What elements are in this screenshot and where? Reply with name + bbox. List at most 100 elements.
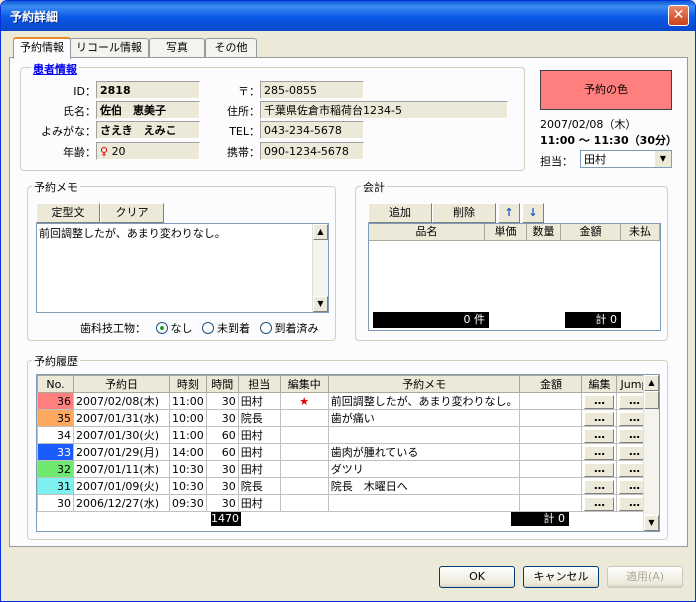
row-no: 34 [37,426,74,444]
table-row[interactable]: 31 2007/01/09(火) 10:30 30 院長 院長 木曜日へ…… [37,477,653,495]
close-button[interactable]: ✕ [668,5,689,26]
row-edit-button[interactable]: … [584,394,615,409]
row-duration: 60 [205,443,239,461]
tab-other[interactable]: その他 [205,38,257,58]
col-amount: 金額 [561,224,621,241]
scroll-down-icon[interactable]: ▼ [313,296,328,312]
row-duration: 30 [205,392,239,410]
col-no[interactable]: No. [37,375,74,393]
col-date[interactable]: 予約日 [73,375,170,393]
memo-textarea[interactable]: 前回調整したが、あまり変わりなし。 ▲ ▼ [36,223,329,313]
col-memo[interactable]: 予約メモ [327,375,521,393]
staff-value: 田村 [584,153,606,166]
row-edit-button[interactable]: … [584,428,615,443]
row-amount [519,443,583,461]
address-field: 千葉県佐倉市稲荷台1234-5 [260,101,508,119]
row-amount [519,477,583,495]
row-edit-cell: … [581,477,618,495]
row-edit-button[interactable]: … [584,462,615,477]
row-memo: 前回調整したが、あまり変わりなし。 [327,392,521,410]
patient-info-link[interactable]: 患者情報 [31,61,79,77]
mobile-field: 090-1234-5678 [260,142,364,160]
cancel-button[interactable]: キャンセル [523,566,599,588]
row-staff: 田村 [237,494,281,512]
col-amount[interactable]: 金額 [519,375,583,393]
radio-arrived[interactable] [259,322,272,334]
age-field: ♀ 20 [96,142,200,160]
tel-label: TEL： [229,125,260,138]
history-header-row: No. 予約日 時刻 時間 担当 編集中 予約メモ 金額 編集 Jump [37,375,653,393]
history-count: 1470 [211,512,241,526]
row-no: 30 [37,494,74,512]
row-staff: 田村 [237,460,281,478]
row-edit-cell: … [581,409,618,427]
history-legend: 予約履歴 [32,353,80,369]
row-duration: 30 [205,460,239,478]
radio-not-arrived[interactable] [202,322,214,334]
account-grid[interactable]: 品名 単価 数量 金額 未払 0 件 計 0 [368,223,661,331]
template-button[interactable]: 定型文 [36,203,100,223]
table-row[interactable]: 36 2007/02/08(木) 11:00 30 田村 ★ 前回調整したが、あまり変わりな… [37,392,653,410]
table-row[interactable]: 33 2007/01/29(月) 14:00 60 田村 歯肉が腫れている…… [37,443,653,461]
col-editing[interactable]: 編集中 [279,375,329,393]
tab-reservation-info[interactable]: 予約情報 [13,37,71,59]
row-memo [327,426,521,444]
radio-none[interactable] [155,322,168,334]
scroll-down-icon[interactable]: ▼ [644,515,659,531]
account-count: 0 件 [373,312,489,328]
row-edit-cell: … [581,392,618,410]
appointment-color-button[interactable]: 予約の色 [540,70,672,110]
row-time: 10:30 [169,460,207,478]
row-duration: 30 [205,409,239,427]
row-edit-button[interactable]: … [584,479,615,494]
row-date: 2007/01/29(月) [73,443,170,461]
apply-button[interactable]: 適用(A) [607,566,683,588]
row-staff: 田村 [237,443,281,461]
staff-select[interactable]: 田村 ▼ [580,150,672,168]
col-duration[interactable]: 時間 [205,375,239,393]
table-row[interactable]: 34 2007/01/30(火) 11:00 60 田村…… [37,426,653,444]
row-edit-cell: … [581,443,618,461]
tab-recall[interactable]: リコール情報 [69,38,149,58]
row-time: 10:30 [169,477,207,495]
col-time[interactable]: 時刻 [169,375,207,393]
delete-button[interactable]: 削除 [432,203,496,223]
table-row[interactable]: 35 2007/01/31(水) 10:00 30 院長 歯が痛い…… [37,409,653,427]
mobile-label: 携帯： [227,146,260,159]
chevron-down-icon[interactable]: ▼ [655,151,671,167]
row-edit-button[interactable]: … [584,445,615,460]
title-bar[interactable]: 予約詳細 ✕ [1,1,695,31]
row-edit-button[interactable]: … [584,411,615,426]
clear-button[interactable]: クリア [100,203,164,223]
scroll-up-icon[interactable]: ▲ [313,224,328,240]
history-scrollbar[interactable]: ▲ ▼ [643,375,659,531]
row-editing [279,460,329,478]
col-staff[interactable]: 担当 [237,375,281,393]
tel-field: 043-234-5678 [260,121,364,139]
history-table: No. 予約日 時刻 時間 担当 編集中 予約メモ 金額 編集 Jump 36 2… [37,375,653,512]
scroll-thumb[interactable] [644,391,659,409]
arrow-up-icon[interactable]: ↑ [498,203,520,223]
name-label: 氏名： [63,105,96,118]
arrow-down-icon[interactable]: ↓ [522,203,544,223]
row-date: 2007/01/09(火) [73,477,170,495]
row-edit-button[interactable]: … [584,496,615,511]
add-button[interactable]: 追加 [368,203,432,223]
row-no: 36 [37,392,74,410]
memo-scrollbar[interactable]: ▲ ▼ [312,224,328,312]
col-edit[interactable]: 編集 [581,375,618,393]
table-row[interactable]: 32 2007/01/11(木) 10:30 30 田村 ダツリ…… [37,460,653,478]
scroll-up-icon[interactable]: ▲ [644,375,659,391]
tab-photo[interactable]: 写真 [149,38,205,58]
row-duration: 60 [205,426,239,444]
history-grid[interactable]: No. 予約日 時刻 時間 担当 編集中 予約メモ 金額 編集 Jump 36 2… [36,374,660,532]
radio-arrived-label: 到着済み [274,322,319,335]
ok-button[interactable]: OK [439,566,515,588]
radio-not-arrived-label: 未到着 [217,322,250,335]
table-row[interactable]: 30 2006/12/27(水) 09:30 30 田村…… [37,494,653,512]
row-date: 2007/02/08(木) [73,392,170,410]
col-item-name: 品名 [369,224,485,241]
memo-legend: 予約メモ [32,179,80,195]
col-unit-price: 単価 [485,224,527,241]
row-date: 2007/01/11(木) [73,460,170,478]
